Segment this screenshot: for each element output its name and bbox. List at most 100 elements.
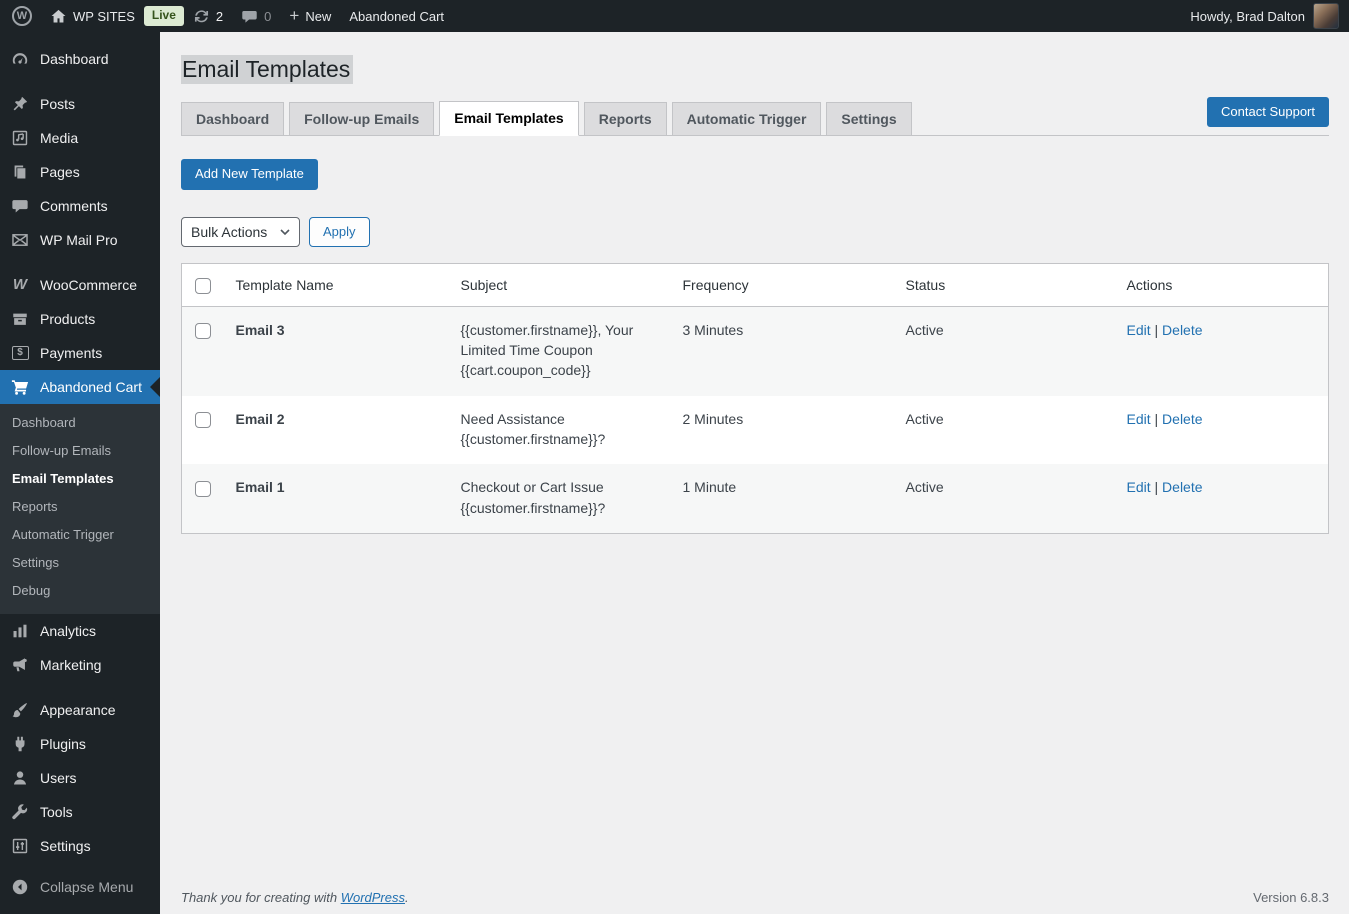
update-count: 2 <box>215 8 224 24</box>
sidebar-item-plugins[interactable]: Plugins <box>0 727 160 761</box>
template-name: Email 3 <box>235 321 285 338</box>
submenu-item-debug[interactable]: Debug <box>0 577 160 605</box>
delete-link[interactable]: Delete <box>1162 411 1202 427</box>
bulk-actions-select[interactable]: Bulk Actions <box>181 216 300 247</box>
sidebar-item-wp-mail-pro[interactable]: WP Mail Pro <box>0 223 160 257</box>
updates-link[interactable]: 2 <box>184 0 232 32</box>
sidebar-item-label: WooCommerce <box>40 277 137 293</box>
tab-automatic-trigger[interactable]: Automatic Trigger <box>671 102 822 136</box>
sidebar-item-analytics[interactable]: Analytics <box>0 614 160 648</box>
envelope-icon <box>10 231 30 249</box>
edit-link[interactable]: Edit <box>1127 322 1151 338</box>
dashboard-icon <box>10 50 30 68</box>
submenu-item-email-templates[interactable]: Email Templates <box>0 465 160 493</box>
user-icon <box>10 769 30 787</box>
admin-footer: Thank you for creating with WordPress. V… <box>181 890 1329 905</box>
status-badge: Active <box>905 479 944 496</box>
sidebar-item-woocommerce[interactable]: W WooCommerce <box>0 268 160 302</box>
megaphone-icon <box>10 656 30 674</box>
tab-settings[interactable]: Settings <box>826 102 912 136</box>
sidebar-item-label: Pages <box>40 164 80 180</box>
row-actions: Edit | Delete <box>1117 396 1329 465</box>
sidebar-item-label: Comments <box>40 198 108 214</box>
admin-bar: W WP SITES Live 2 0 + New Abandoned Cart… <box>0 0 1349 32</box>
tab-email-templates[interactable]: Email Templates <box>439 101 579 137</box>
sidebar-item-comments[interactable]: Comments <box>0 189 160 223</box>
row-checkbox[interactable] <box>195 412 211 429</box>
template-frequency: 1 Minute <box>682 479 737 496</box>
plus-icon: + <box>289 5 300 25</box>
template-name: Email 2 <box>235 410 285 427</box>
sidebar-item-label: WP Mail Pro <box>40 232 118 248</box>
live-badge[interactable]: Live <box>143 6 184 26</box>
template-subject: Checkout or Cart Issue {{customer.firstn… <box>460 479 606 516</box>
action-separator: | <box>1154 479 1159 496</box>
sidebar-item-payments[interactable]: $ Payments <box>0 336 160 370</box>
my-account-menu[interactable]: Howdy, Brad Dalton <box>1190 0 1349 32</box>
sidebar-item-tools[interactable]: Tools <box>0 795 160 829</box>
updates-icon <box>193 8 210 25</box>
sidebar-item-products[interactable]: Products <box>0 302 160 336</box>
apply-button[interactable]: Apply <box>309 216 370 247</box>
sidebar-item-appearance[interactable]: Appearance <box>0 693 160 727</box>
sidebar-item-dashboard[interactable]: Dashboard <box>0 42 160 76</box>
submenu-item-follow-up-emails[interactable]: Follow-up Emails <box>0 437 160 465</box>
contact-support-button[interactable]: Contact Support <box>1207 97 1329 128</box>
sidebar-item-pages[interactable]: Pages <box>0 155 160 189</box>
sidebar-item-label: Analytics <box>40 623 97 639</box>
wordpress-menu[interactable]: W <box>0 0 41 32</box>
tab-dashboard[interactable]: Dashboard <box>181 102 285 136</box>
abandoned-cart-submenu: Dashboard Follow-up Emails Email Templat… <box>0 404 160 614</box>
abandoned-cart-toolbar-label: Abandoned Cart <box>349 8 445 24</box>
column-header-subject: Subject <box>450 263 673 307</box>
sidebar-item-label: Marketing <box>40 657 102 673</box>
row-checkbox[interactable] <box>195 323 211 340</box>
tab-follow-up-emails[interactable]: Follow-up Emails <box>289 102 435 136</box>
wordpress-link[interactable]: WordPress <box>341 890 405 905</box>
main-content: Email Templates Dashboard Follow-up Emai… <box>160 32 1349 914</box>
comments-icon <box>10 197 30 215</box>
table-row: Email 3 {{customer.firstname}}, Your Lim… <box>181 306 1329 396</box>
sidebar-item-marketing[interactable]: Marketing <box>0 648 160 682</box>
column-header-actions: Actions <box>1116 263 1329 307</box>
delete-link[interactable]: Delete <box>1162 322 1202 338</box>
site-link[interactable]: WP SITES <box>41 0 144 32</box>
footer-version: Version 6.8.3 <box>1253 890 1329 905</box>
edit-link[interactable]: Edit <box>1127 479 1151 495</box>
status-badge: Active <box>905 410 944 427</box>
sidebar-item-label: Plugins <box>40 736 86 752</box>
submenu-item-settings[interactable]: Settings <box>0 549 160 577</box>
column-header-template-name: Template Name <box>225 263 451 307</box>
collapse-menu-button[interactable]: Collapse Menu <box>0 870 160 904</box>
collapse-arrow-icon <box>10 878 30 896</box>
new-content-menu[interactable]: + New <box>280 0 340 32</box>
submenu-item-dashboard[interactable]: Dashboard <box>0 409 160 437</box>
comments-link[interactable]: 0 <box>232 0 280 32</box>
row-checkbox[interactable] <box>195 480 211 497</box>
sidebar-item-posts[interactable]: Posts <box>0 87 160 121</box>
template-name: Email 1 <box>235 479 285 496</box>
sidebar-item-media[interactable]: Media <box>0 121 160 155</box>
select-all-checkbox[interactable] <box>195 277 211 294</box>
submenu-item-automatic-trigger[interactable]: Automatic Trigger <box>0 521 160 549</box>
submenu-item-reports[interactable]: Reports <box>0 493 160 521</box>
footer-thanks: Thank you for creating with WordPress. <box>181 890 409 905</box>
delete-link[interactable]: Delete <box>1162 479 1202 495</box>
wordpress-logo-icon: W <box>12 6 32 26</box>
add-new-template-button[interactable]: Add New Template <box>181 159 318 190</box>
sidebar-item-users[interactable]: Users <box>0 761 160 795</box>
sidebar-item-label: Posts <box>40 96 76 112</box>
bulk-actions-row: Bulk Actions Apply <box>181 216 1329 247</box>
sidebar-item-label: Settings <box>40 838 91 854</box>
sidebar-item-abandoned-cart[interactable]: Abandoned Cart <box>0 370 160 404</box>
admin-sidebar: Dashboard Posts Media Pages Comments WP … <box>0 32 160 914</box>
edit-link[interactable]: Edit <box>1127 411 1151 427</box>
comment-count: 0 <box>264 8 272 24</box>
sidebar-item-settings[interactable]: Settings <box>0 829 160 863</box>
action-separator: | <box>1154 321 1159 338</box>
collapse-menu-label: Collapse Menu <box>40 879 134 895</box>
abandoned-cart-toolbar-link[interactable]: Abandoned Cart <box>340 0 453 32</box>
tab-reports[interactable]: Reports <box>583 102 667 136</box>
column-header-status: Status <box>895 263 1117 307</box>
new-label: New <box>305 8 332 24</box>
